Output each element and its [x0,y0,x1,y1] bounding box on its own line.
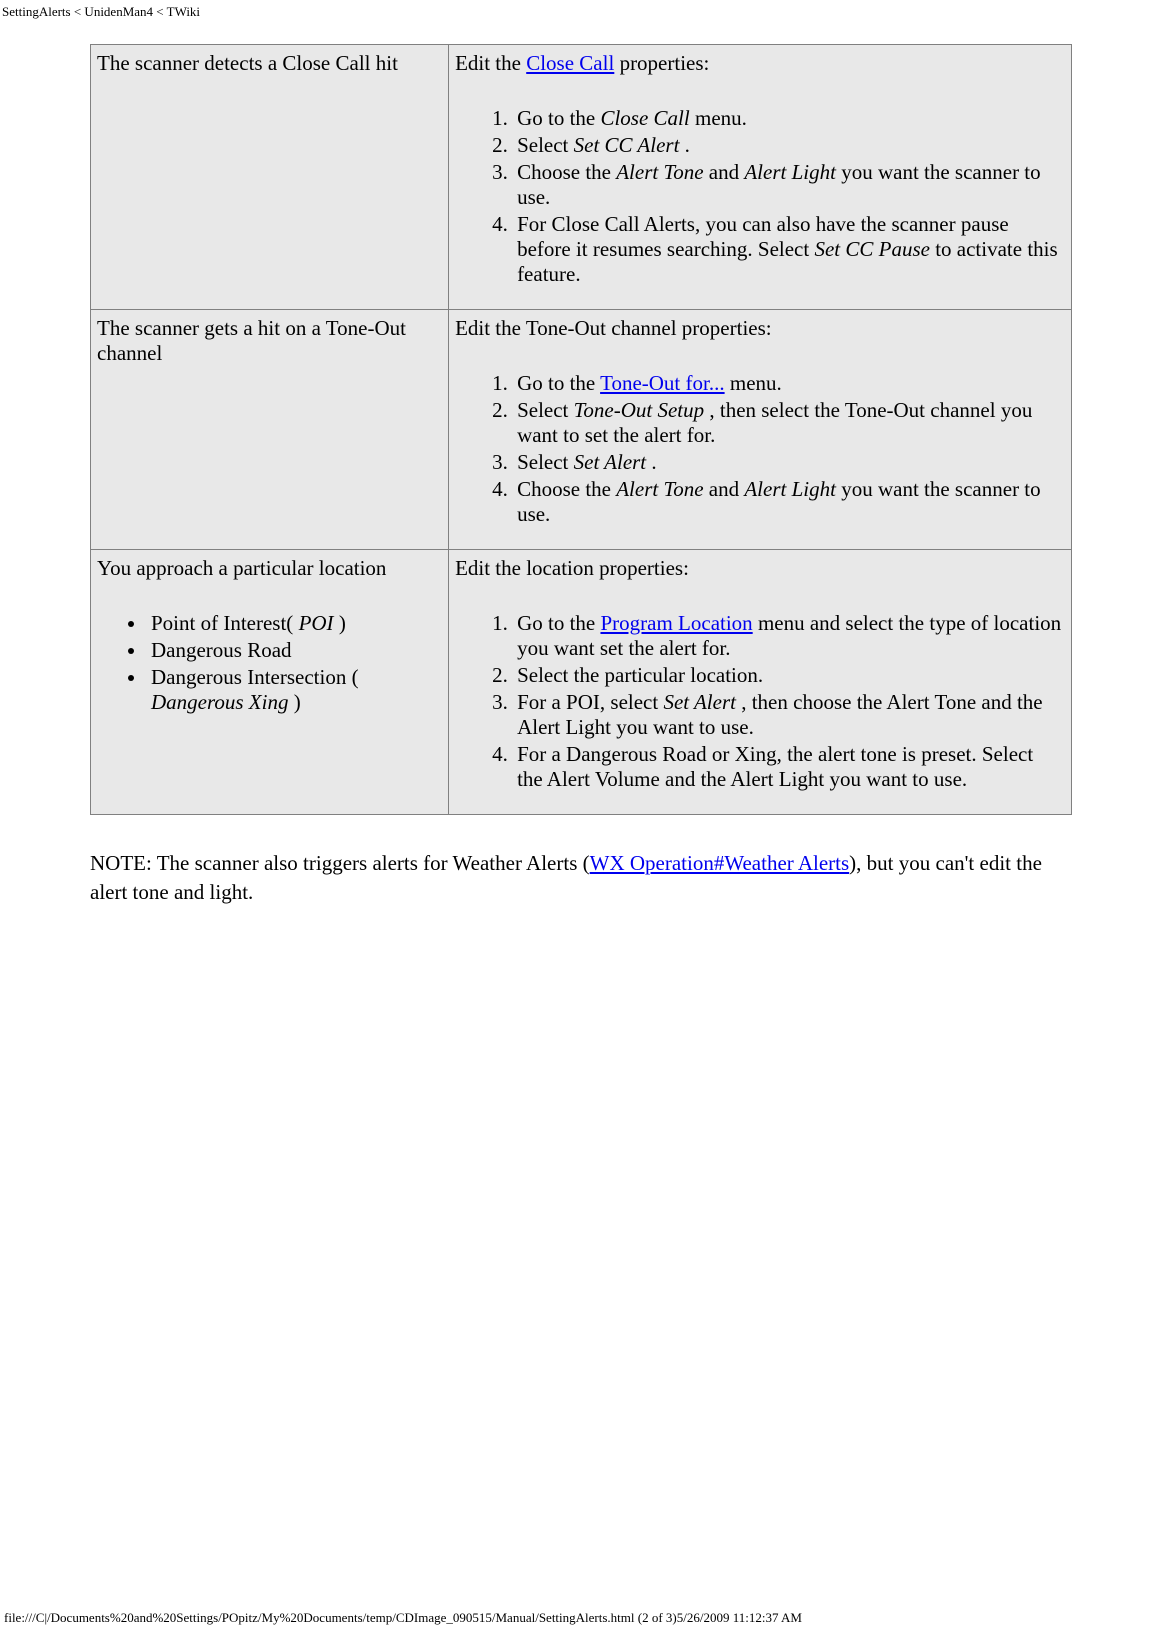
list-item: Choose the Alert Tone and Alert Light yo… [513,477,1063,527]
intro-text: Edit the location properties: [455,556,689,580]
list-item: Go to the Close Call menu. [513,106,1063,131]
condition-cell: You approach a particular location Point… [91,550,449,815]
close-call-link[interactable]: Close Call [526,51,614,75]
condition-cell: The scanner gets a hit on a Tone-Out cha… [91,310,449,550]
table-row: You approach a particular location Point… [91,550,1072,815]
cell-text: You approach a particular location [97,556,386,580]
list-item: Select Tone-Out Setup , then select the … [513,398,1063,448]
bullet-list: Point of Interest( POI ) Dangerous Road … [97,611,440,715]
list-item: Go to the Program Location menu and sele… [513,611,1063,661]
cell-text: The scanner gets a hit on a Tone-Out cha… [97,316,406,365]
table-row: The scanner detects a Close Call hit Edi… [91,45,1072,310]
note-paragraph: NOTE: The scanner also triggers alerts f… [90,849,1072,908]
intro-text: Edit the [455,51,526,75]
steps-list: Go to the Program Location menu and sele… [455,611,1063,792]
action-cell: Edit the Close Call properties: Go to th… [449,45,1072,310]
page-footer-path: file:///C|/Documents%20and%20Settings/PO… [2,1608,804,1628]
list-item: Select Set Alert . [513,450,1063,475]
steps-list: Go to the Tone-Out for... menu. Select T… [455,371,1063,527]
list-item: Go to the Tone-Out for... menu. [513,371,1063,396]
list-item: For Close Call Alerts, you can also have… [513,212,1063,287]
action-cell: Edit the Tone-Out channel properties: Go… [449,310,1072,550]
tone-out-link[interactable]: Tone-Out for... [600,371,725,395]
table-row: The scanner gets a hit on a Tone-Out cha… [91,310,1072,550]
list-item: Select Set CC Alert . [513,133,1063,158]
intro-text: Edit the Tone-Out channel properties: [455,316,772,340]
intro-text-post: properties: [614,51,709,75]
list-item: Select the particular location. [513,663,1063,688]
list-item: Dangerous Road [147,638,440,663]
alerts-table: The scanner detects a Close Call hit Edi… [90,44,1072,815]
list-item: For a POI, select Set Alert , then choos… [513,690,1063,740]
list-item: Point of Interest( POI ) [147,611,440,636]
page-content: The scanner detects a Close Call hit Edi… [0,24,1162,908]
condition-cell: The scanner detects a Close Call hit [91,45,449,310]
list-item: Choose the Alert Tone and Alert Light yo… [513,160,1063,210]
program-location-link[interactable]: Program Location [600,611,752,635]
action-cell: Edit the location properties: Go to the … [449,550,1072,815]
page-header-breadcrumb: SettingAlerts < UnidenMan4 < TWiki [0,0,1162,24]
list-item: Dangerous Intersection ( Dangerous Xing … [147,665,440,715]
steps-list: Go to the Close Call menu. Select Set CC… [455,106,1063,287]
cell-text: The scanner detects a Close Call hit [97,51,398,75]
wx-operation-link[interactable]: WX Operation#Weather Alerts [590,851,850,875]
list-item: For a Dangerous Road or Xing, the alert … [513,742,1063,792]
